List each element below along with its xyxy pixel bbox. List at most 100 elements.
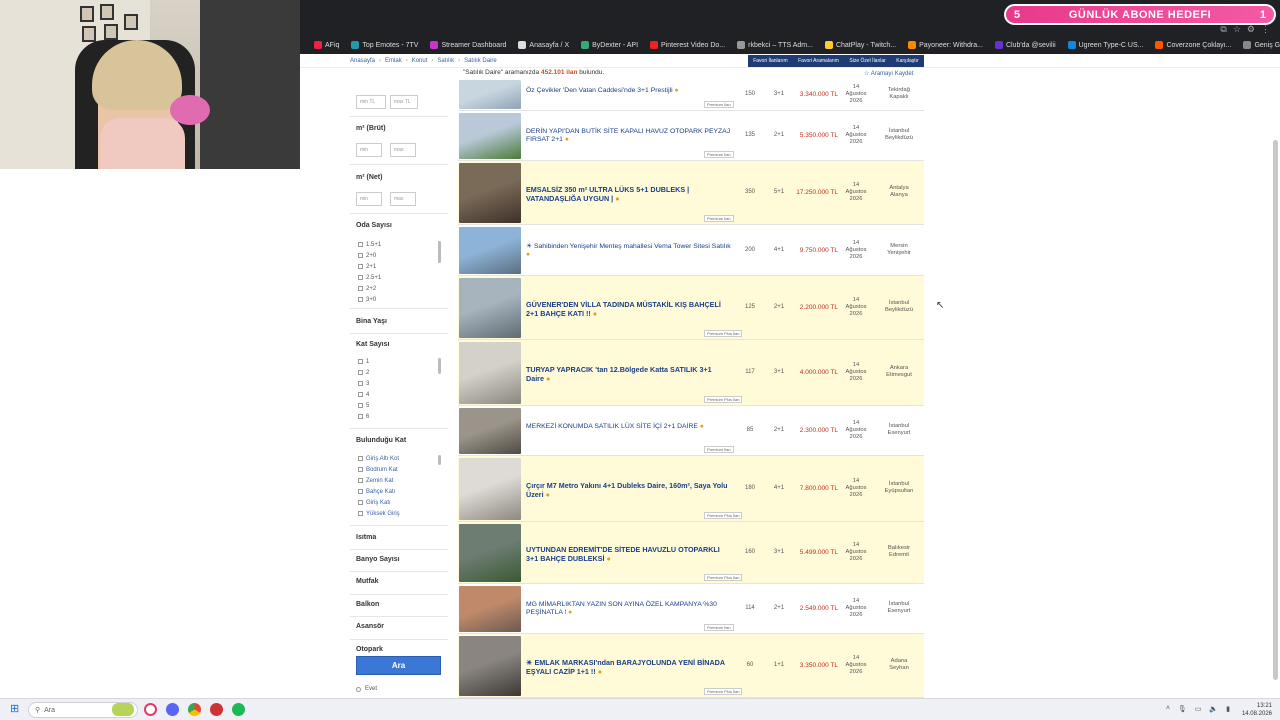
listing-row[interactable]: MG MİMARLIKTAN YAZIN SON AYINA ÖZEL KAMP…: [458, 584, 924, 634]
favorites-link[interactable]: Favori Aramalarım: [798, 58, 839, 64]
settings-icon[interactable]: ⚙: [1247, 24, 1255, 35]
favorites-link[interactable]: Favori İlanlarım: [753, 58, 787, 64]
bookmark-item[interactable]: Streamer Dashboard: [430, 41, 506, 49]
star-icon[interactable]: ☆: [1233, 24, 1241, 35]
bulundugu-kat-label[interactable]: Bulunduğu Kat: [356, 437, 406, 444]
listing-row[interactable]: EMSALSİZ 350 m² ULTRA LÜKS 5+1 DUBLEKS |…: [458, 161, 924, 225]
windows-start-icon[interactable]: ⊞: [10, 704, 21, 715]
checkbox[interactable]: [358, 381, 363, 386]
extension-icon[interactable]: ⧉: [1220, 24, 1226, 35]
m2-brut-label[interactable]: m² (Brüt): [356, 125, 386, 132]
mic-icon[interactable]: 🎙: [1178, 705, 1187, 713]
bookmark-item[interactable]: ChatPlay - Twitch...: [824, 41, 896, 49]
listing-title[interactable]: TURYAP YAPRACIK 'tan 12.Bölgede Katta SA…: [526, 365, 731, 383]
listing-title[interactable]: EMSALSİZ 350 m² ULTRA LÜKS 5+1 DUBLEKS |…: [526, 185, 731, 203]
oda-option[interactable]: 2+1: [358, 261, 381, 272]
checkbox[interactable]: [358, 392, 363, 397]
evet-option[interactable]: Evet: [356, 686, 377, 692]
listing-title[interactable]: Çırçır M7 Metro Yakını 4+1 Dubleks Daire…: [526, 481, 731, 499]
checkbox[interactable]: [358, 500, 363, 505]
listing-thumbnail[interactable]: [459, 342, 521, 404]
listing-row[interactable]: Çırçır M7 Metro Yakını 4+1 Dubleks Daire…: [458, 456, 924, 522]
listing-title[interactable]: ☀ Sahibinden Yenişehir Menteş mahallesi …: [526, 243, 731, 259]
listing-thumbnail[interactable]: [459, 113, 521, 159]
checkbox[interactable]: [358, 253, 363, 258]
listing-thumbnail[interactable]: [459, 636, 521, 696]
kat-scrollbar[interactable]: [438, 358, 441, 374]
bookmark-item[interactable]: Payoneer: Withdra...: [908, 41, 983, 49]
bulundugu-option[interactable]: Bodrum Kat: [358, 464, 400, 475]
listing-title[interactable]: DERİN YAPI'DAN BUTİK SİTE KAPALI HAVUZ O…: [526, 128, 731, 144]
balkon-label[interactable]: Balkon: [356, 601, 379, 608]
checkbox[interactable]: [358, 359, 363, 364]
page-scrollbar[interactable]: [1273, 140, 1278, 680]
listing-title[interactable]: UYTUNDAN EDREMİT'DE SİTEDE HAVUZLU OTOPA…: [526, 545, 731, 563]
breadcrumb-item[interactable]: Konut: [412, 58, 428, 64]
m2-brut-max-input[interactable]: max: [390, 143, 416, 157]
breadcrumb-item[interactable]: Emlak: [385, 58, 402, 64]
checkbox[interactable]: [358, 467, 363, 472]
oda-option[interactable]: 3+0: [358, 294, 381, 305]
breadcrumb-item[interactable]: Anasayfa: [350, 58, 375, 64]
m2-net-min-input[interactable]: min: [356, 192, 382, 206]
listing-title[interactable]: MG MİMARLIKTAN YAZIN SON AYINA ÖZEL KAMP…: [526, 601, 731, 617]
kat-option[interactable]: 4: [358, 389, 369, 400]
opera-icon[interactable]: [144, 703, 157, 716]
battery-icon[interactable]: ▮: [1226, 705, 1230, 713]
bookmark-item[interactable]: rkbekci – TTS Adm...: [737, 41, 813, 49]
listing-row[interactable]: ☀ EMLAK MARKASI'ndan BARAJYOLUNDA YENİ B…: [458, 634, 924, 698]
bookmark-item[interactable]: Coverzone Çoklayı...: [1155, 41, 1231, 49]
oda-scrollbar[interactable]: [438, 241, 441, 263]
taskbar-clock[interactable]: 13:21 14.08.2026: [1242, 702, 1272, 718]
kat-option[interactable]: 2: [358, 367, 369, 378]
oda-option[interactable]: 1.5+1: [358, 239, 381, 250]
bookmark-item[interactable]: Top Emotes - 7TV: [351, 41, 418, 49]
bookmark-item[interactable]: AFiq: [314, 41, 339, 49]
bulundugu-option[interactable]: Zemin Kat: [358, 475, 400, 486]
chevron-up-icon[interactable]: ˄: [1166, 705, 1170, 713]
bookmark-item[interactable]: Anasayfa / X: [518, 41, 569, 49]
spotify-icon[interactable]: [232, 703, 245, 716]
bina-yasi-label[interactable]: Bina Yaşı: [356, 318, 387, 325]
checkbox[interactable]: [358, 264, 363, 269]
checkbox[interactable]: [358, 478, 363, 483]
checkbox[interactable]: [358, 275, 363, 280]
listing-thumbnail[interactable]: [459, 586, 521, 632]
listing-row[interactable]: GÜVENER'DEN VİLLA TADINDA MÜSTAKİL KIŞ B…: [458, 276, 924, 340]
listing-thumbnail[interactable]: [459, 163, 521, 223]
checkbox[interactable]: [358, 286, 363, 291]
listing-title[interactable]: Öz Çevikler 'Den Vatan Caddesi'nde 3+1 P…: [526, 87, 731, 95]
listing-thumbnail[interactable]: [459, 278, 521, 338]
bookmark-item[interactable]: Geniş Gözenekler...: [1243, 41, 1280, 49]
app-icon[interactable]: [210, 703, 223, 716]
listing-row[interactable]: MERKEZİ KONUMDA SATILIK LÜX SİTE İÇİ 2+1…: [458, 406, 924, 456]
favorites-link[interactable]: Karşılaştır: [896, 58, 919, 64]
price-max-input[interactable]: max TL: [390, 95, 418, 109]
oda-option[interactable]: 2+2: [358, 283, 381, 294]
isitma-label[interactable]: Isıtma: [356, 534, 376, 541]
listing-row[interactable]: TURYAP YAPRACIK 'tan 12.Bölgede Katta SA…: [458, 340, 924, 406]
favorites-link[interactable]: Size Özel İlanlar: [849, 58, 885, 64]
otopark-label[interactable]: Otopark: [356, 646, 383, 653]
discord-icon[interactable]: [166, 703, 179, 716]
oda-sayisi-label[interactable]: Oda Sayısı: [356, 222, 392, 229]
weather-widget-icon[interactable]: [112, 703, 134, 716]
checkbox[interactable]: [358, 242, 363, 247]
network-icon[interactable]: ▭: [1195, 705, 1202, 713]
bookmark-item[interactable]: Ugreen Type-C US...: [1067, 41, 1143, 49]
kat-option[interactable]: 3: [358, 378, 369, 389]
bookmark-item[interactable]: Club'da @sevilii: [994, 41, 1056, 49]
banyo-label[interactable]: Banyo Sayısı: [356, 556, 400, 563]
bulundugu-option[interactable]: Yüksek Giriş: [358, 508, 400, 519]
checkbox[interactable]: [358, 370, 363, 375]
listing-row[interactable]: ☀ Sahibinden Yenişehir Menteş mahallesi …: [458, 225, 924, 276]
chrome-icon[interactable]: [188, 703, 201, 716]
checkbox[interactable]: [358, 414, 363, 419]
price-min-input[interactable]: min TL: [356, 95, 386, 109]
mutfak-label[interactable]: Mutfak: [356, 578, 379, 585]
kat-option[interactable]: 6: [358, 411, 369, 422]
listing-thumbnail[interactable]: [459, 227, 521, 274]
oda-option[interactable]: 2+0: [358, 250, 381, 261]
kat-option[interactable]: 5: [358, 400, 369, 411]
listing-thumbnail[interactable]: [459, 80, 521, 109]
